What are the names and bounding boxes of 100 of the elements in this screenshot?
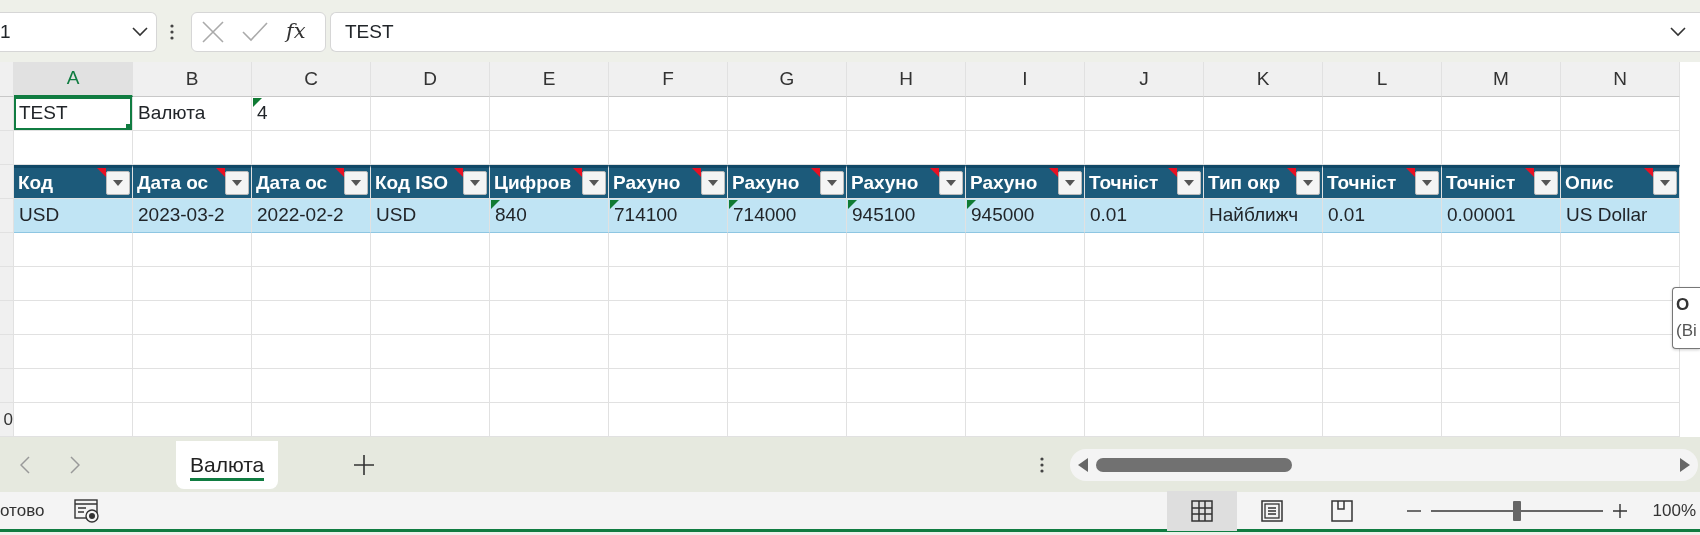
empty-cell[interactable] — [966, 233, 1085, 267]
chevron-right-icon[interactable] — [70, 455, 80, 474]
empty-cell[interactable] — [490, 267, 609, 301]
column-header[interactable]: L — [1323, 62, 1442, 97]
empty-cell[interactable] — [847, 301, 966, 335]
empty-cell[interactable] — [1085, 97, 1204, 131]
empty-cell[interactable] — [1204, 233, 1323, 267]
filter-dropdown-button[interactable] — [1177, 171, 1201, 195]
empty-cell[interactable] — [252, 233, 371, 267]
check-icon[interactable] — [242, 22, 268, 42]
empty-cell[interactable] — [1085, 233, 1204, 267]
select-all-corner[interactable] — [0, 62, 14, 97]
table-cell[interactable]: 2023-03-2 — [133, 199, 251, 232]
empty-cell[interactable] — [1323, 267, 1442, 301]
empty-cell[interactable] — [1442, 335, 1561, 369]
empty-cell[interactable] — [252, 369, 371, 403]
filter-dropdown-button[interactable] — [1415, 171, 1439, 195]
empty-cell[interactable] — [728, 301, 847, 335]
header-cell[interactable]: Рахуно — [847, 165, 966, 199]
empty-cell[interactable] — [1085, 301, 1204, 335]
empty-cell[interactable] — [1442, 369, 1561, 403]
view-button[interactable] — [1166, 490, 1237, 531]
header-cell[interactable]: Опис — [1561, 165, 1680, 199]
empty-cell[interactable] — [1442, 267, 1561, 301]
empty-cell[interactable] — [133, 369, 252, 403]
filter-dropdown-button[interactable] — [225, 171, 249, 195]
header-cell[interactable]: Дата ос — [133, 165, 252, 199]
empty-cell[interactable] — [371, 369, 490, 403]
filter-dropdown-button[interactable] — [820, 171, 844, 195]
column-header[interactable]: A — [14, 62, 133, 97]
chevron-left-icon[interactable] — [20, 455, 30, 474]
row-header[interactable] — [0, 97, 14, 131]
table-cell[interactable]: 0.01 — [1085, 199, 1203, 232]
filter-dropdown-button[interactable] — [1296, 171, 1320, 195]
table-cell[interactable]: 4 — [252, 97, 370, 130]
horizontal-scrollbar[interactable] — [1070, 448, 1698, 481]
empty-cell[interactable] — [609, 97, 728, 131]
empty-cell[interactable] — [1085, 267, 1204, 301]
empty-cell[interactable] — [966, 369, 1085, 403]
empty-cell[interactable] — [252, 301, 371, 335]
empty-cell[interactable] — [133, 301, 252, 335]
empty-cell[interactable] — [252, 335, 371, 369]
header-cell[interactable]: Рахуно — [609, 165, 728, 199]
row-header[interactable] — [0, 301, 14, 335]
row-header[interactable] — [0, 165, 14, 199]
empty-cell[interactable] — [133, 267, 252, 301]
column-header[interactable]: E — [490, 62, 609, 97]
empty-cell[interactable] — [371, 335, 490, 369]
table-cell[interactable]: 945000 — [966, 199, 1084, 232]
empty-cell[interactable] — [1204, 369, 1323, 403]
empty-cell[interactable] — [966, 267, 1085, 301]
scrollbar-thumb[interactable] — [1096, 457, 1292, 472]
empty-cell[interactable] — [728, 335, 847, 369]
empty-cell[interactable] — [133, 335, 252, 369]
empty-cell[interactable] — [966, 97, 1085, 131]
empty-cell[interactable] — [1085, 369, 1204, 403]
filter-dropdown-button[interactable] — [463, 171, 487, 195]
filter-dropdown-button[interactable] — [701, 171, 725, 195]
cancel-icon[interactable] — [202, 21, 224, 43]
empty-cell[interactable] — [728, 369, 847, 403]
empty-cell[interactable] — [609, 233, 728, 267]
table-cell[interactable]: USD — [14, 199, 132, 232]
column-header[interactable]: K — [1204, 62, 1323, 97]
empty-cell[interactable] — [490, 369, 609, 403]
empty-cell[interactable] — [728, 267, 847, 301]
empty-cell[interactable] — [490, 301, 609, 335]
empty-cell[interactable] — [847, 335, 966, 369]
row-header[interactable] — [0, 369, 14, 403]
empty-cell[interactable] — [133, 233, 252, 267]
empty-cell[interactable] — [966, 301, 1085, 335]
row-header[interactable]: 0 — [0, 403, 14, 437]
header-cell[interactable]: Код — [14, 165, 133, 199]
empty-cell[interactable] — [371, 97, 490, 131]
row-header[interactable] — [0, 131, 14, 165]
table-cell[interactable]: 714100 — [609, 199, 727, 232]
empty-cell[interactable] — [1204, 97, 1323, 131]
table-cell[interactable]: Валюта — [133, 97, 251, 130]
header-cell[interactable]: Точніст — [1323, 165, 1442, 199]
filter-dropdown-button[interactable] — [1058, 171, 1082, 195]
empty-cell[interactable] — [1323, 301, 1442, 335]
empty-cell[interactable] — [1442, 301, 1561, 335]
filter-dropdown-button[interactable] — [1534, 171, 1558, 195]
empty-cell[interactable] — [1085, 335, 1204, 369]
column-header[interactable]: N — [1561, 62, 1680, 97]
column-header[interactable]: F — [609, 62, 728, 97]
table-cell[interactable]: US Dollar — [1561, 199, 1679, 232]
empty-cell[interactable] — [371, 267, 490, 301]
empty-cell[interactable] — [1442, 97, 1561, 131]
empty-cell[interactable] — [1323, 369, 1442, 403]
column-header[interactable]: H — [847, 62, 966, 97]
table-cell[interactable]: Найближч — [1204, 199, 1322, 232]
table-cell[interactable]: 0.00001 — [1442, 199, 1560, 232]
table-cell[interactable]: 0.01 — [1323, 199, 1441, 232]
empty-cell[interactable] — [1323, 335, 1442, 369]
formula-field[interactable]: TEST — [330, 12, 1700, 52]
sheet-tab[interactable]: Валюта — [176, 440, 279, 489]
row-header[interactable] — [0, 335, 14, 369]
column-header[interactable]: G — [728, 62, 847, 97]
header-cell[interactable]: Точніст — [1442, 165, 1561, 199]
scroll-left-icon[interactable] — [1078, 457, 1088, 472]
